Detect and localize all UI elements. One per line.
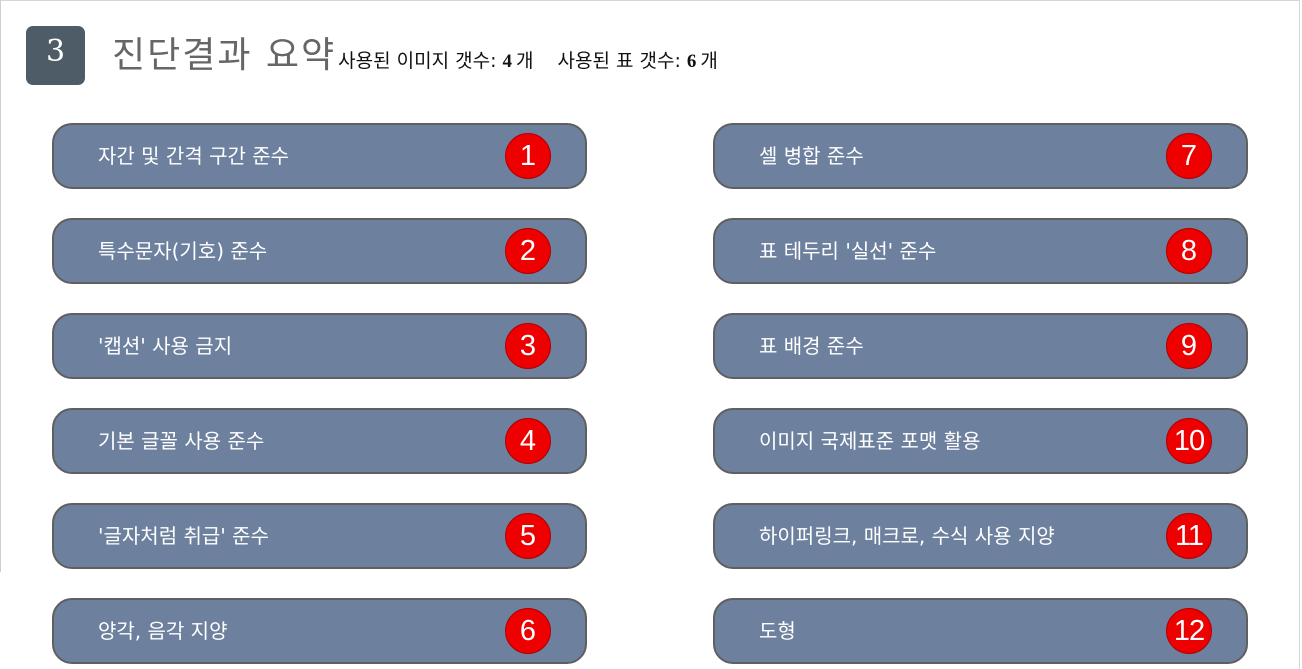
tables-count-unit: 개 (700, 50, 718, 72)
check-item-number-badge: 12 (1166, 608, 1212, 654)
summary-slide: 3 진단결과 요약 사용된 이미지 갯수: 4 개 사용된 표 갯수: 6 개 자간 및 간… (0, 0, 1302, 669)
tables-count-value: 6 (686, 51, 697, 72)
check-item-label: 양각, 음각 지양 (98, 619, 228, 643)
check-item-3: '캡션' 사용 금지 3 (52, 313, 587, 379)
tables-count-label: 사용된 표 갯수: (557, 50, 681, 72)
check-item-6: 양각, 음각 지양 6 (52, 598, 587, 664)
check-item-10: 이미지 국제표준 포맷 활용 10 (713, 408, 1248, 474)
check-item-label: 하이퍼링크, 매크로, 수식 사용 지양 (759, 524, 1055, 548)
left-border (0, 0, 1, 572)
check-item-label: 도형 (759, 619, 796, 643)
top-border (0, 0, 1300, 1)
check-item-label: 이미지 국제표준 포맷 활용 (759, 429, 981, 453)
check-item-number-badge: 7 (1166, 133, 1212, 179)
check-item-label: 셀 병합 준수 (759, 144, 864, 168)
check-item-2: 특수문자(기호) 준수 2 (52, 218, 587, 284)
images-count-label: 사용된 이미지 갯수: (338, 50, 497, 72)
check-item-number-badge: 3 (505, 323, 551, 369)
check-item-number-badge: 1 (505, 133, 551, 179)
check-item-8: 표 테두리 '실선' 준수 8 (713, 218, 1248, 284)
check-item-label: '캡션' 사용 금지 (98, 334, 233, 358)
section-number-badge: 3 (26, 26, 85, 85)
check-item-5: '글자처럼 취급' 준수 5 (52, 503, 587, 569)
check-item-1: 자간 및 간격 구간 준수 1 (52, 123, 587, 189)
check-item-number-badge: 10 (1166, 418, 1212, 464)
check-item-label: 자간 및 간격 구간 준수 (98, 144, 290, 168)
check-item-11: 하이퍼링크, 매크로, 수식 사용 지양 11 (713, 503, 1248, 569)
check-item-number-badge: 9 (1166, 323, 1212, 369)
images-count-unit: 개 (516, 50, 534, 72)
check-item-number-badge: 8 (1166, 228, 1212, 274)
check-item-label: 표 테두리 '실선' 준수 (759, 239, 937, 263)
check-item-label: 특수문자(기호) 준수 (98, 239, 268, 263)
check-item-12: 도형 12 (713, 598, 1248, 664)
check-item-label: 기본 글꼴 사용 준수 (98, 429, 265, 453)
title-row: 진단결과 요약 사용된 이미지 갯수: 4 개 사용된 표 갯수: 6 개 (112, 26, 740, 78)
images-count-value: 4 (502, 51, 513, 72)
check-item-number-badge: 4 (505, 418, 551, 464)
check-item-7: 셀 병합 준수 7 (713, 123, 1248, 189)
right-border (1299, 0, 1300, 669)
section-title: 진단결과 요약 (112, 35, 337, 76)
check-item-label: 표 배경 준수 (759, 334, 864, 358)
check-item-number-badge: 11 (1166, 513, 1212, 559)
check-item-number-badge: 2 (505, 228, 551, 274)
check-item-4: 기본 글꼴 사용 준수 4 (52, 408, 587, 474)
check-item-number-badge: 6 (505, 608, 551, 654)
check-item-label: '글자처럼 취급' 준수 (98, 524, 269, 548)
check-item-9: 표 배경 준수 9 (713, 313, 1248, 379)
check-item-number-badge: 5 (505, 513, 551, 559)
